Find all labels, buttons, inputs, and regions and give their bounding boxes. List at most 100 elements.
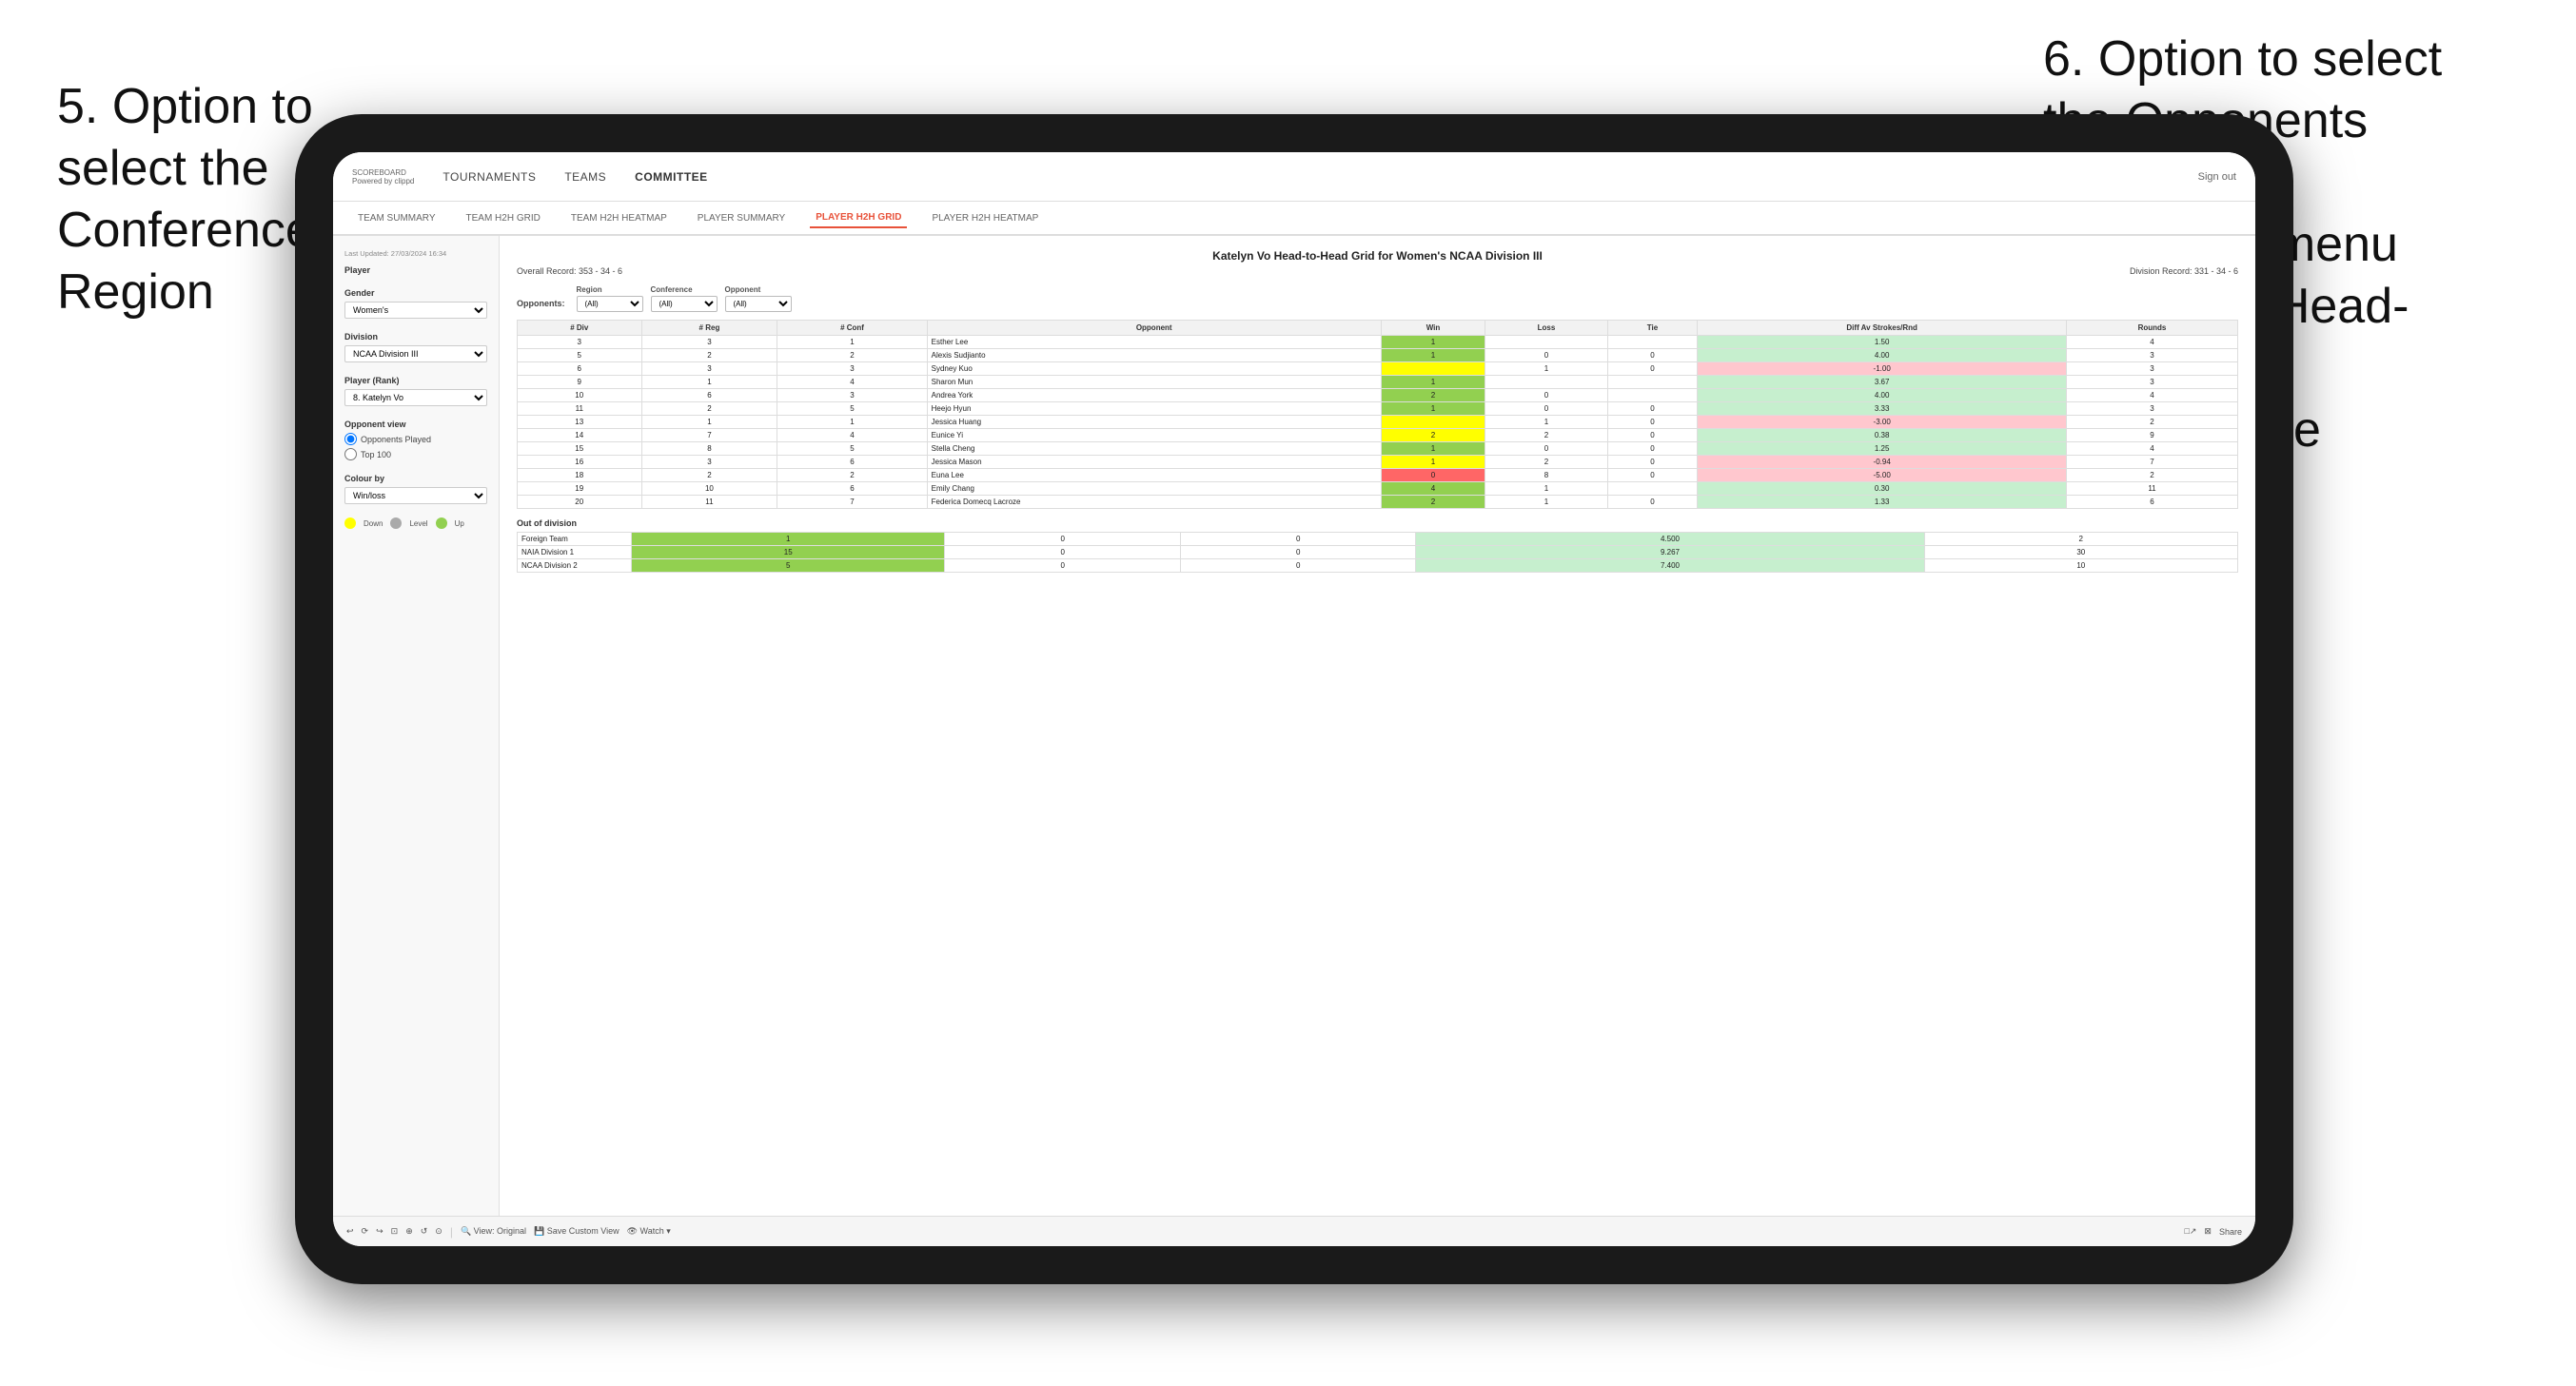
cell-conf: 1 [777,416,927,429]
sidebar: Last Updated: 27/03/2024 16:34 Player Ge… [333,236,500,1216]
sub-nav-team-summary[interactable]: TEAM SUMMARY [352,209,442,227]
cell-div: 14 [518,429,642,442]
cell-conf: 2 [777,469,927,482]
cell-rounds: 9 [2066,429,2237,442]
cell-win: 1 [1381,376,1485,389]
logo-sub: Powered by clippd [352,177,414,185]
cell-div: 20 [518,496,642,509]
region-filter-select[interactable]: (All) [577,296,643,312]
cell-name: Jessica Huang [927,416,1381,429]
cell-conf: 4 [777,376,927,389]
cell-conf: 5 [777,442,927,456]
th-tie: Tie [1607,321,1698,336]
sub-nav-player-h2h-heatmap[interactable]: PLAYER H2H HEATMAP [926,209,1044,227]
sub-nav-team-h2h-heatmap[interactable]: TEAM H2H HEATMAP [565,209,673,227]
cell-reg: 1 [641,416,777,429]
nav-teams[interactable]: TEAMS [564,166,606,187]
sidebar-gender-section: Gender Women's [344,288,487,319]
cell-diff: -3.00 [1698,416,2067,429]
ood-cell-name: Foreign Team [518,533,632,546]
cell-rounds: 3 [2066,402,2237,416]
toolbar-back[interactable]: ↺ [421,1226,428,1237]
cell-reg: 2 [641,469,777,482]
cell-reg: 2 [641,349,777,362]
cell-name: Jessica Mason [927,456,1381,469]
nav-sign-out[interactable]: Sign out [2198,171,2236,183]
ood-cell-win: 5 [632,559,945,573]
nav-committee[interactable]: COMMITTEE [635,166,708,187]
cell-tie: 0 [1607,402,1698,416]
cell-reg: 11 [641,496,777,509]
filter-row: Opponents: Region (All) Conference (All) [517,285,2238,312]
table-row: 11 2 5 Heejo Hyun 1 0 0 3.33 3 [518,402,2238,416]
top-100-radio[interactable]: Top 100 [344,448,487,460]
gender-select[interactable]: Women's [344,302,487,319]
toolbar-save-custom[interactable]: 💾 Save Custom View [534,1226,619,1237]
cell-name: Sydney Kuo [927,362,1381,376]
top-nav: SCOREBOARD Powered by clippd TOURNAMENTS… [333,152,2255,202]
dot-legend: Down Level Up [344,517,487,529]
cell-conf: 3 [777,362,927,376]
cell-name: Emily Chang [927,482,1381,496]
toolbar-export[interactable]: □↗ [2184,1226,2196,1237]
logo: SCOREBOARD Powered by clippd [352,168,414,185]
division-select[interactable]: NCAA Division III [344,345,487,362]
table-row: 15 8 5 Stella Cheng 1 0 0 1.25 4 [518,442,2238,456]
dot-level [390,517,402,529]
toolbar-watch[interactable]: 👁 Watch ▾ [627,1226,671,1237]
cell-loss: 8 [1485,469,1607,482]
cell-reg: 7 [641,429,777,442]
toolbar-plus[interactable]: ⊕ [405,1226,413,1237]
cell-tie [1607,336,1698,349]
sidebar-opponent-view-section: Opponent view Opponents Played Top 100 [344,420,487,460]
sub-nav-player-summary[interactable]: PLAYER SUMMARY [692,209,791,227]
cell-conf: 1 [777,336,927,349]
cell-rounds: 2 [2066,416,2237,429]
cell-diff: -1.00 [1698,362,2067,376]
cell-diff: 1.50 [1698,336,2067,349]
ood-cell-diff: 4.500 [1416,533,1924,546]
table-row: 16 3 6 Jessica Mason 1 2 0 -0.94 7 [518,456,2238,469]
cell-loss: 1 [1485,416,1607,429]
opponent-filter-select[interactable]: (All) [725,296,792,312]
colour-select[interactable]: Win/loss [344,487,487,504]
table-row: 3 3 1 Esther Lee 1 1.50 4 [518,336,2238,349]
opponent-played-radio[interactable]: Opponents Played [344,433,487,445]
ood-table-row: NCAA Division 2 5 0 0 7.400 10 [518,559,2238,573]
sub-nav-player-h2h-grid[interactable]: PLAYER H2H GRID [810,208,907,228]
toolbar-undo[interactable]: ↩ [346,1226,354,1237]
table-row: 13 1 1 Jessica Huang 1 0 -3.00 2 [518,416,2238,429]
cell-rounds: 3 [2066,349,2237,362]
cell-win: 1 [1381,336,1485,349]
dot-down-label: Down [364,519,383,528]
cell-loss: 1 [1485,362,1607,376]
toolbar-circle[interactable]: ⊙ [435,1226,442,1237]
dot-up-label: Up [455,519,464,528]
region-filter-group: Region (All) [577,285,643,312]
toolbar-reload[interactable]: ⟳ [362,1226,369,1237]
toolbar-grid[interactable]: ⊡ [391,1226,399,1237]
cell-tie: 0 [1607,362,1698,376]
ood-cell-win: 1 [632,533,945,546]
player-rank-select[interactable]: 8. Katelyn Vo [344,389,487,406]
table-row: 14 7 4 Eunice Yi 2 2 0 0.38 9 [518,429,2238,442]
nav-tournaments[interactable]: TOURNAMENTS [442,166,536,187]
table-row: 9 1 4 Sharon Mun 1 3.67 3 [518,376,2238,389]
conference-filter-select[interactable]: (All) [651,296,718,312]
cell-tie [1607,376,1698,389]
sub-nav-team-h2h-grid[interactable]: TEAM H2H GRID [461,209,546,227]
sidebar-player-section: Player [344,265,487,275]
cell-diff: 3.67 [1698,376,2067,389]
cell-rounds: 4 [2066,389,2237,402]
table-row: 6 3 3 Sydney Kuo 1 0 -1.00 3 [518,362,2238,376]
toolbar-view-original[interactable]: 🔍 View: Original [461,1226,526,1237]
cell-diff: 4.00 [1698,389,2067,402]
toolbar-redo[interactable]: ↪ [376,1226,383,1237]
cell-rounds: 7 [2066,456,2237,469]
cell-name: Heejo Hyun [927,402,1381,416]
division-label: Division [344,332,487,342]
toolbar-share[interactable]: Share [2219,1227,2242,1237]
cell-div: 19 [518,482,642,496]
toolbar-settings[interactable]: ⊠ [2204,1226,2212,1237]
cell-rounds: 2 [2066,469,2237,482]
